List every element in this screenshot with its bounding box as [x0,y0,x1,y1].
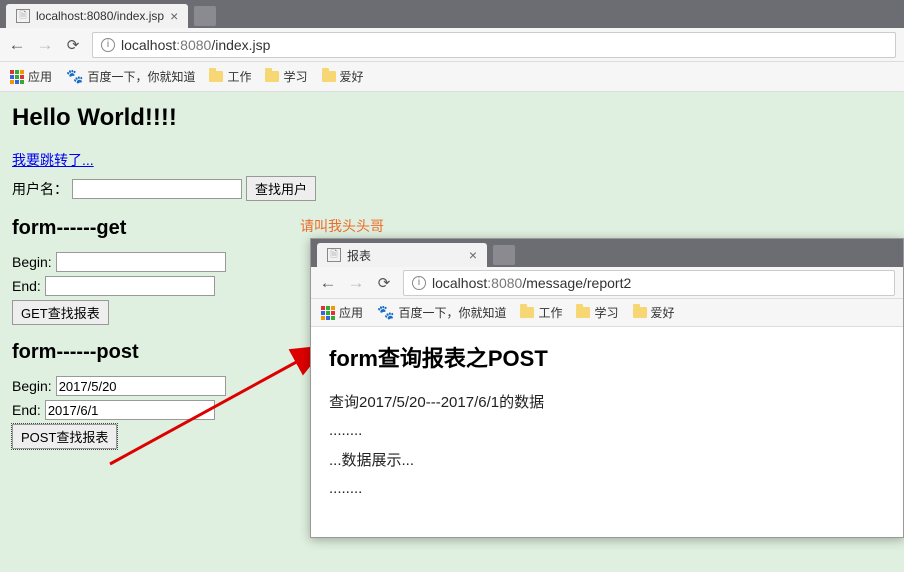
sub-bookmark-bar: 应用 🐾 百度一下，你就知道 工作 学习 爱好 [311,299,903,327]
sub-data-display: ...数据展示... [329,449,885,470]
sub-bookmark-study[interactable]: 学习 [576,304,618,321]
sub-bookmark-hobby[interactable]: 爱好 [633,304,675,321]
page-icon: 🗎 [327,248,341,262]
sub-nav-bar: ← → ⟳ i localhost:8080/message/report2 [311,267,903,299]
end-label: End: [12,278,41,294]
folder-icon [322,71,336,82]
sub-tab-title: 报表 [347,247,371,264]
sub-bookmark-baidu[interactable]: 🐾 百度一下，你就知道 [377,304,506,321]
url-bar[interactable]: i localhost:8080/index.jsp [92,32,896,58]
paw-icon: 🐾 [377,304,394,321]
begin-label: Begin: [12,378,52,394]
sub-dots: ........ [329,480,885,497]
nav-bar: ← → ⟳ i localhost:8080/index.jsp [0,28,904,62]
sub-page-body: form查询报表之POST 查询2017/5/20---2017/6/1的数据 … [311,327,903,537]
sub-url-host: localhost [432,275,487,291]
folder-icon [633,307,647,318]
username-row: 用户名： 查找用户 [12,176,892,201]
tab-close-icon[interactable]: × [170,8,178,24]
paw-icon: 🐾 [66,68,83,85]
bookmark-study[interactable]: 学习 [265,68,307,85]
tab-close-icon[interactable]: × [469,247,477,263]
forward-button[interactable]: → [36,35,54,55]
page-heading: Hello World!!!! [12,104,892,132]
begin-label: Begin: [12,254,52,270]
sub-url-path: /message/report2 [522,275,631,291]
get-report-button[interactable]: GET查找报表 [12,300,109,325]
info-icon[interactable]: i [412,276,426,290]
tab-strip: 🗎 localhost:8080/index.jsp × [0,0,904,28]
get-begin-input[interactable] [56,252,226,272]
sub-back-button[interactable]: ← [319,273,337,293]
sub-bookmark-apps[interactable]: 应用 [321,304,363,321]
url-host: localhost [121,37,176,53]
folder-icon [520,307,534,318]
sub-browser-tab[interactable]: 🗎 报表 × [317,243,487,267]
bookmark-hobby[interactable]: 爱好 [322,68,364,85]
sub-reload-button[interactable]: ⟳ [375,274,393,292]
url-path: /index.jsp [211,37,270,53]
sub-query-text: 查询2017/5/20---2017/6/1的数据 [329,391,885,412]
sub-dots: ........ [329,422,885,439]
annotation-text: 请叫我头头哥 [300,216,384,236]
form-get-heading: form------get [12,217,892,240]
get-end-input[interactable] [45,276,215,296]
folder-icon [209,71,223,82]
page-icon: 🗎 [16,9,30,23]
folder-icon [265,71,279,82]
end-label: End: [12,402,41,418]
search-user-button[interactable]: 查找用户 [246,176,316,201]
bookmark-baidu[interactable]: 🐾 百度一下，你就知道 [66,68,195,85]
reload-button[interactable]: ⟳ [64,36,82,54]
sub-page-heading: form查询报表之POST [329,341,885,373]
bookmark-apps[interactable]: 应用 [10,68,52,85]
bookmark-work[interactable]: 工作 [209,68,251,85]
sub-browser: 🗎 报表 × ← → ⟳ i localhost:8080/message/re… [310,238,904,538]
tab-title: localhost:8080/index.jsp [36,9,164,23]
bookmark-bar: 应用 🐾 百度一下，你就知道 工作 学习 爱好 [0,62,904,92]
username-input[interactable] [72,179,242,199]
info-icon[interactable]: i [101,38,115,52]
post-begin-input[interactable] [56,376,226,396]
jump-link[interactable]: 我要跳转了... [12,150,94,170]
url-port: :8080 [176,37,211,53]
sub-new-tab-button[interactable] [493,245,515,265]
apps-icon [10,70,24,84]
sub-forward-button[interactable]: → [347,273,365,293]
sub-url-port: :8080 [487,275,522,291]
new-tab-button[interactable] [194,6,216,26]
sub-bookmark-work[interactable]: 工作 [520,304,562,321]
sub-url-bar[interactable]: i localhost:8080/message/report2 [403,270,895,296]
username-label: 用户名： [12,179,68,199]
post-report-button[interactable]: POST查找报表 [12,424,117,449]
browser-tab[interactable]: 🗎 localhost:8080/index.jsp × [6,4,188,28]
back-button[interactable]: ← [8,35,26,55]
folder-icon [576,307,590,318]
apps-icon [321,306,335,320]
post-end-input[interactable] [45,400,215,420]
sub-tab-strip: 🗎 报表 × [311,239,903,267]
